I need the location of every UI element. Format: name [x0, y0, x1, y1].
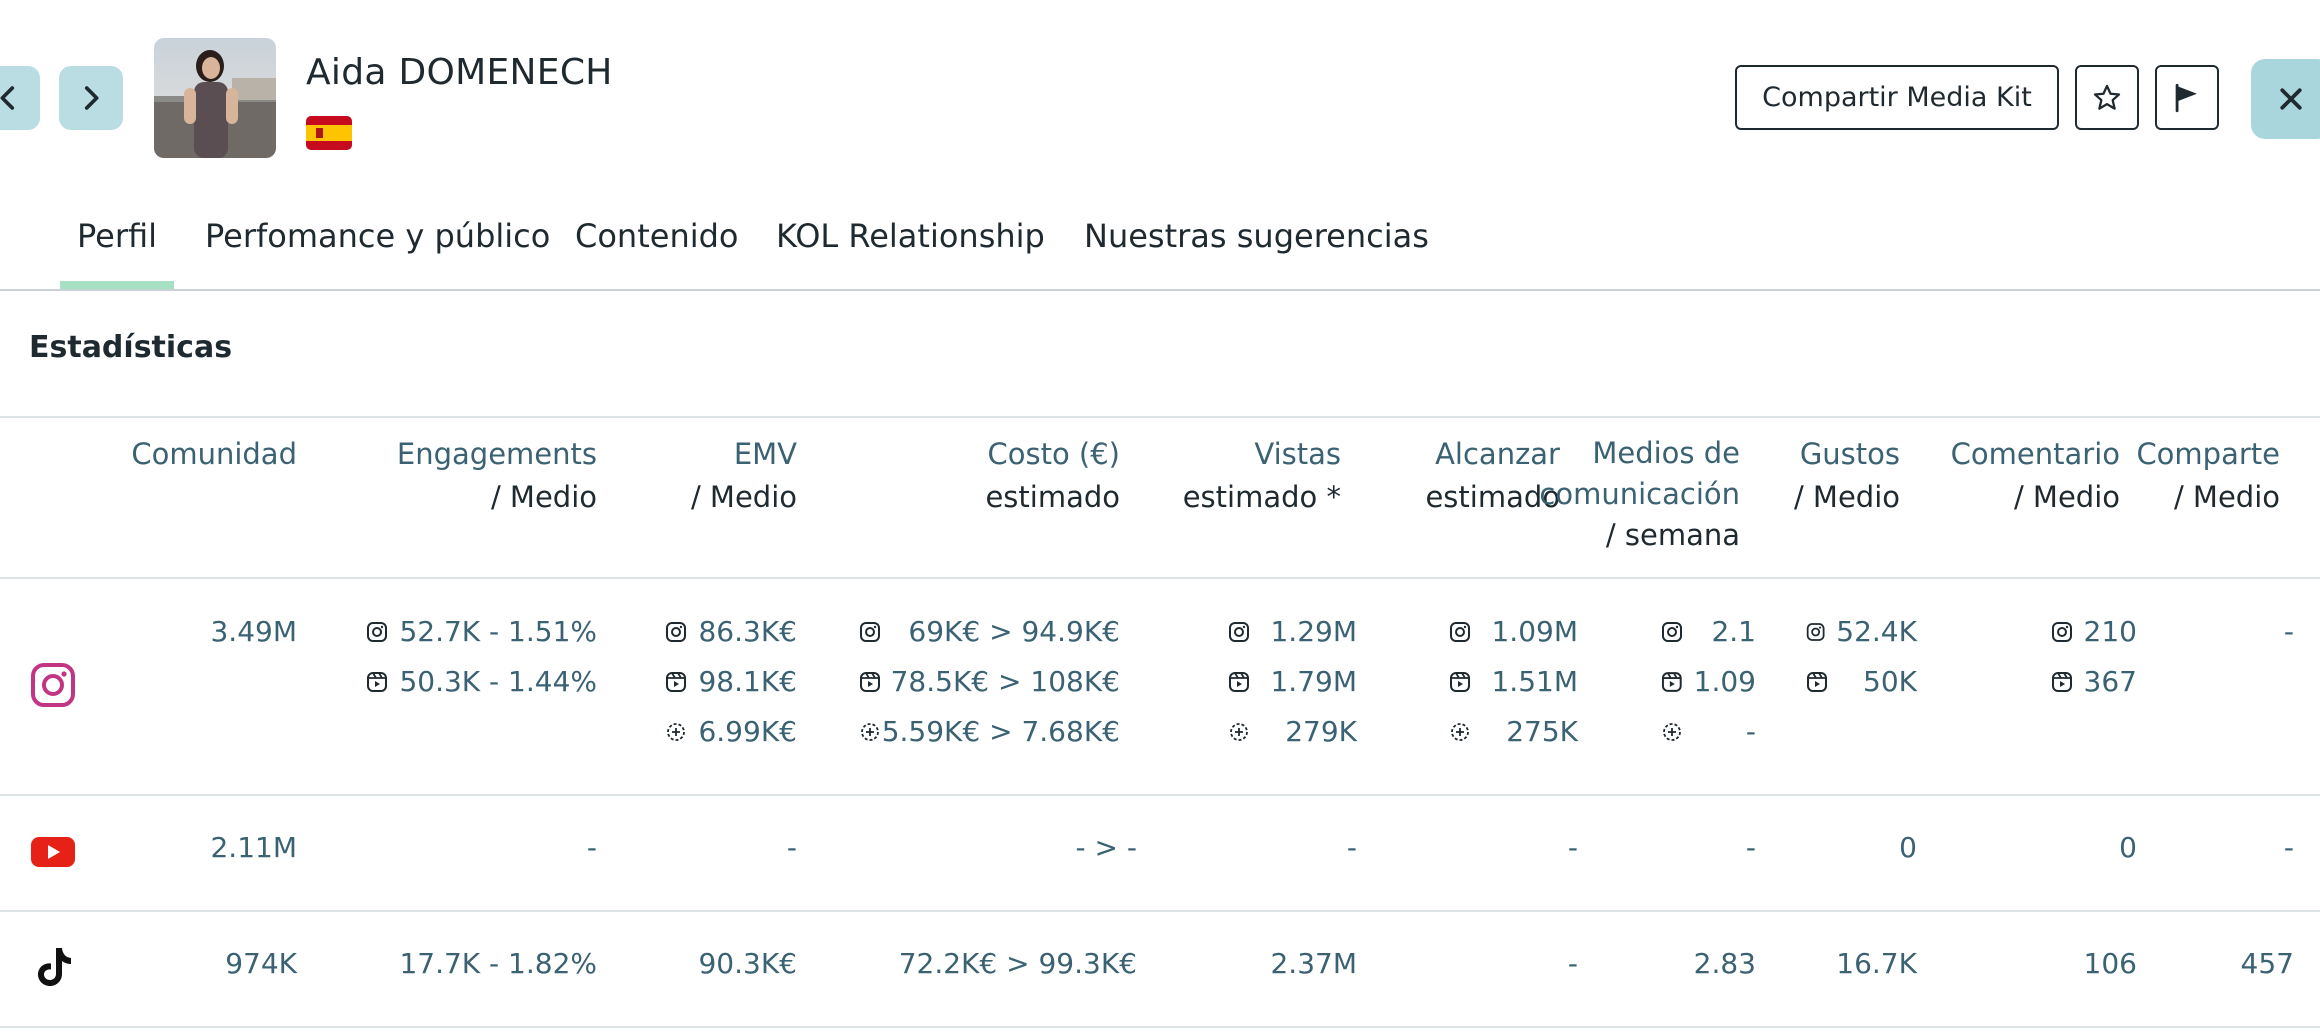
youtube-comparte: - — [2283, 831, 2294, 864]
youtube-medios: - — [1745, 831, 1756, 864]
reel-icon — [666, 672, 687, 692]
tiktok-engagements: 17.7K - 1.82% — [399, 947, 597, 980]
tab-sugerencias[interactable]: Nuestras sugerencias — [1084, 217, 1429, 255]
tiktok-comentarios: 106 — [2083, 947, 2137, 980]
next-button[interactable] — [59, 66, 123, 130]
instagram-gustos: 52.4K 50K — [1805, 607, 1917, 707]
story-icon — [667, 723, 686, 741]
favorite-button[interactable] — [2075, 65, 2139, 130]
reel-icon — [2051, 672, 2072, 692]
youtube-engagements: - — [586, 831, 597, 864]
tiktok-icon — [28, 942, 78, 992]
reel-icon — [1229, 672, 1249, 692]
report-button[interactable] — [2155, 65, 2219, 130]
divider — [0, 910, 2320, 912]
col-header-costo: Costo (€) estimado — [985, 437, 1120, 514]
instagram-comentarios: 210 367 — [2050, 607, 2137, 707]
youtube-alcanzar: - — [1567, 831, 1578, 864]
instagram-costo: 69K€ > 94.9K€ 78.5K€ > 108K€ 5.59K€ > 7.… — [858, 607, 1120, 757]
avatar — [154, 38, 276, 158]
chevron-left-icon — [0, 86, 15, 110]
star-icon — [2093, 84, 2121, 110]
tab-kol-relationship[interactable]: KOL Relationship — [776, 217, 1045, 255]
tiktok-emv: 90.3K€ — [698, 947, 797, 980]
prev-button[interactable] — [0, 66, 40, 130]
story-icon — [1451, 723, 1469, 741]
col-header-comentario: Comentario / Medio — [1950, 437, 2120, 514]
close-icon — [2280, 88, 2302, 110]
reel-icon — [859, 672, 880, 692]
close-button[interactable] — [2251, 59, 2320, 139]
divider — [0, 416, 2320, 418]
tiktok-gustos: 16.7K — [1836, 947, 1917, 980]
col-header-comparte: Comparte / Medio — [2136, 437, 2280, 514]
share-media-kit-button[interactable]: Compartir Media Kit — [1735, 65, 2059, 130]
tab-bar: Perfil Perfomance y público Contenido KO… — [0, 205, 2320, 291]
reel-icon — [1807, 672, 1827, 692]
post-icon — [666, 622, 687, 642]
instagram-medios: 2.1 1.09 - — [1660, 607, 1756, 757]
post-icon — [859, 622, 880, 642]
tab-performance[interactable]: Perfomance y público — [205, 217, 550, 255]
post-icon — [367, 622, 388, 642]
post-icon — [1450, 622, 1470, 642]
influencer-name: Aida DOMENECH — [306, 52, 613, 93]
divider — [0, 1026, 2320, 1028]
story-icon — [1230, 723, 1248, 741]
youtube-icon — [28, 827, 78, 877]
col-header-comunidad: Comunidad — [131, 437, 297, 471]
reel-icon — [367, 672, 388, 692]
post-icon — [1229, 622, 1249, 642]
youtube-comunidad: 2.11M — [210, 831, 297, 864]
reel-icon — [1661, 672, 1682, 692]
active-tab-indicator — [60, 281, 174, 289]
section-title: Estadísticas — [29, 330, 233, 365]
tiktok-costo: 72.2K€ > 99.3K€ — [898, 947, 1137, 980]
youtube-emv: - — [786, 831, 797, 864]
instagram-vistas: 1.29M 1.79M 279K — [1227, 607, 1357, 757]
tab-contenido[interactable]: Contenido — [575, 217, 739, 255]
tiktok-comunidad: 974K — [225, 947, 297, 980]
instagram-comparte: - — [2283, 615, 2294, 648]
story-icon — [860, 723, 879, 741]
instagram-icon — [28, 660, 78, 710]
instagram-engagements: 52.7K - 1.51% 50.3K - 1.44% — [365, 607, 597, 707]
col-header-medios: Medios de comunicación / semana — [1539, 436, 1740, 552]
instagram-alcanzar: 1.09M 1.51M 275K — [1448, 607, 1578, 757]
post-icon — [1662, 622, 1682, 642]
youtube-gustos: 0 — [1899, 831, 1917, 864]
col-header-vistas: Vistas estimado * — [1182, 437, 1341, 514]
table-row: 3.49M — [210, 615, 297, 648]
post-icon — [1806, 623, 1825, 641]
youtube-vistas: - — [1346, 831, 1357, 864]
divider — [0, 577, 2320, 579]
col-header-gustos: Gustos / Medio — [1793, 437, 1900, 514]
tiktok-alcanzar: - — [1567, 947, 1578, 980]
divider — [0, 794, 2320, 796]
reel-icon — [1450, 672, 1470, 692]
chevron-right-icon — [84, 86, 99, 110]
tiktok-medios: 2.83 — [1693, 947, 1756, 980]
youtube-costo: - > - — [1075, 831, 1137, 864]
col-header-engagements: Engagements / Medio — [396, 437, 597, 514]
youtube-comentarios: 0 — [2119, 831, 2137, 864]
flag-icon — [2175, 83, 2197, 112]
tab-perfil[interactable]: Perfil — [77, 217, 157, 255]
col-header-emv: EMV / Medio — [690, 437, 797, 514]
spain-flag-icon — [306, 116, 352, 150]
tiktok-vistas: 2.37M — [1270, 947, 1357, 980]
story-icon — [1663, 723, 1681, 741]
tiktok-comparte: 457 — [2240, 947, 2294, 980]
post-icon — [2051, 622, 2072, 642]
instagram-emv: 86.3K€ 98.1K€ 6.99K€ — [664, 607, 797, 757]
